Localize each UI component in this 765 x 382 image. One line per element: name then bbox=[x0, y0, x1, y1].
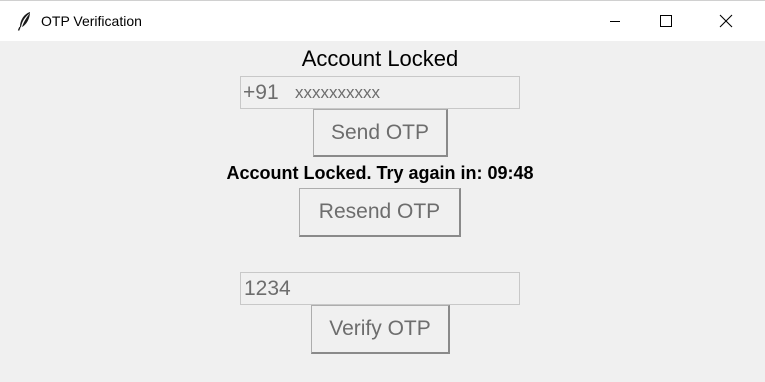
maximize-icon bbox=[660, 15, 672, 27]
lockout-status-message: Account Locked. Try again in: 09:48 bbox=[226, 163, 534, 183]
feather-icon bbox=[17, 11, 33, 31]
app-window: OTP Verification Account Locked +91 xxxx… bbox=[0, 0, 765, 382]
resend-otp-button[interactable]: Resend OTP bbox=[299, 188, 461, 237]
otp-value: 1234 bbox=[244, 277, 291, 300]
minimize-icon bbox=[609, 15, 621, 27]
send-otp-button[interactable]: Send OTP bbox=[313, 109, 448, 157]
main-content: Account Locked +91 xxxxxxxxxx Send OTP A… bbox=[0, 41, 765, 382]
otp-input[interactable]: 1234 bbox=[240, 272, 520, 305]
country-code-prefix: +91 bbox=[243, 81, 279, 104]
page-title: Account Locked bbox=[301, 46, 459, 71]
window-title: OTP Verification bbox=[41, 13, 142, 29]
maximize-button[interactable] bbox=[643, 1, 689, 41]
close-button[interactable] bbox=[703, 1, 749, 41]
minimize-button[interactable] bbox=[592, 1, 638, 41]
verify-otp-button[interactable]: Verify OTP bbox=[311, 305, 450, 354]
phone-placeholder: xxxxxxxxxx bbox=[295, 83, 380, 102]
phone-input[interactable]: +91 xxxxxxxxxx bbox=[240, 76, 520, 109]
close-icon bbox=[719, 14, 733, 28]
title-bar[interactable]: OTP Verification bbox=[0, 1, 765, 41]
